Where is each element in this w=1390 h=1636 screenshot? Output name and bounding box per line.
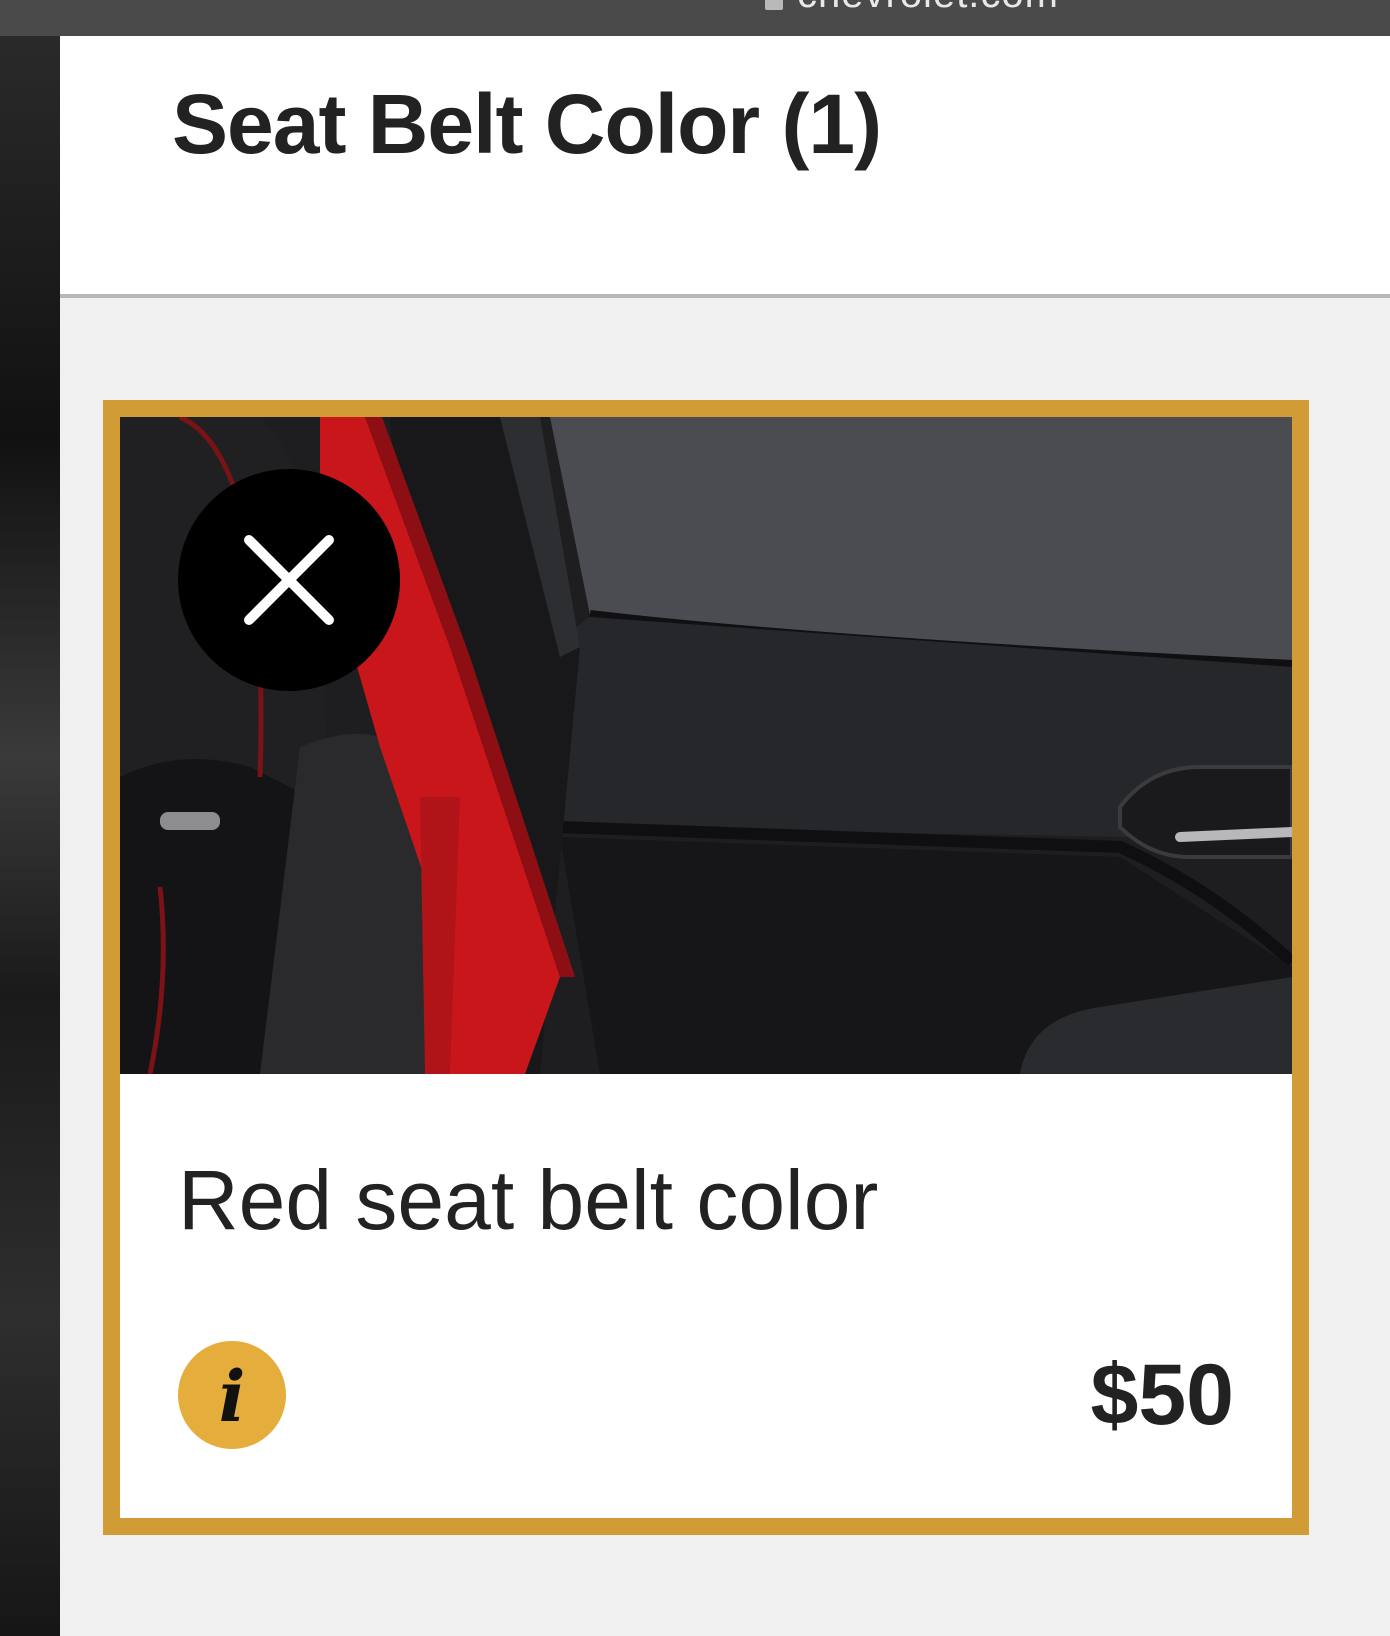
option-name: Red seat belt color — [178, 1153, 879, 1247]
browser-url-bar[interactable]: chevrolet.com — [0, 0, 1390, 36]
url-text: chevrolet.com — [797, 0, 1059, 17]
option-details: Red seat belt color i $50 — [120, 1074, 1292, 1518]
drawer-header: Seat Belt Color (1) — [60, 36, 1390, 298]
options-drawer: Seat Belt Color (1) Red seat belt color … — [60, 36, 1390, 1636]
background-page — [0, 36, 60, 1636]
close-icon — [244, 535, 334, 625]
info-icon: i — [218, 1355, 246, 1438]
remove-option-button[interactable] — [178, 469, 400, 691]
info-button[interactable]: i — [178, 1341, 286, 1449]
option-image[interactable] — [120, 417, 1292, 1074]
option-price: $50 — [1090, 1347, 1235, 1443]
lock-icon — [765, 0, 783, 10]
option-card-red-seat-belt[interactable]: Red seat belt color i $50 — [103, 400, 1309, 1535]
section-title: Seat Belt Color (1) — [172, 77, 882, 171]
